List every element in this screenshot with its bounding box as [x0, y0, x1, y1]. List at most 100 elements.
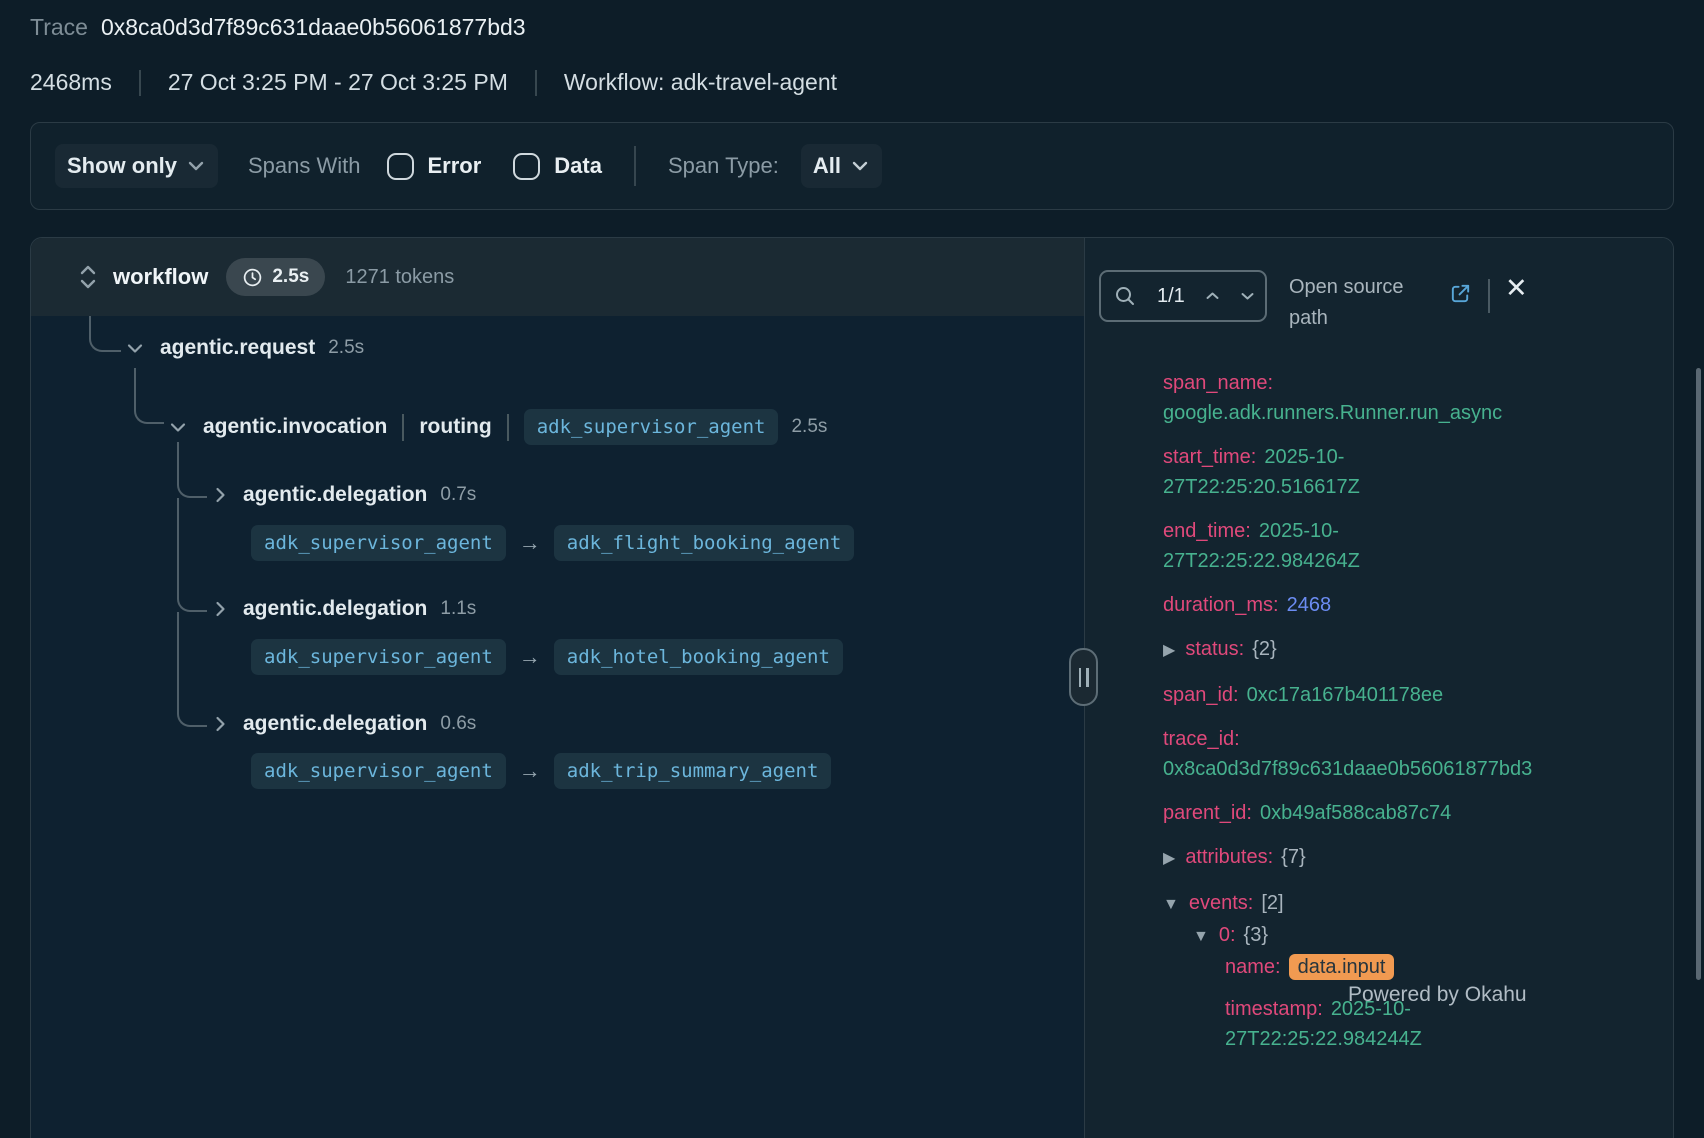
expanded-triangle-icon[interactable]: ▼ [1193, 922, 1209, 952]
divider [634, 146, 636, 186]
detail-value: 27T22:25:22.984264Z [1163, 546, 1665, 576]
agent-chip-from[interactable]: adk_supervisor_agent [251, 639, 506, 675]
span-type-select[interactable]: All [801, 144, 882, 188]
workflow-duration-pill: 2.5s [226, 258, 325, 296]
detail-key: timestamp: [1225, 998, 1323, 1020]
chevron-right-icon[interactable] [214, 486, 227, 504]
delegation-agents-row: adk_supervisor_agent → adk_trip_summary_… [251, 753, 831, 789]
detail-key: parent_id: [1163, 802, 1252, 824]
detail-value: 27T22:25:22.984244Z [1225, 1024, 1665, 1054]
scrollbar-thumb[interactable] [1696, 368, 1701, 980]
divider [402, 414, 404, 441]
detail-value: {3} [1244, 924, 1268, 946]
panel-resize-handle[interactable] [1069, 648, 1098, 706]
detail-key: span_name: [1163, 372, 1273, 394]
detail-value: 2468 [1287, 594, 1332, 616]
chevron-down-icon [186, 159, 206, 173]
search-icon [1114, 285, 1136, 307]
agent-chip-to[interactable]: adk_hotel_booking_agent [554, 639, 843, 675]
span-name: agentic.invocation [203, 415, 387, 439]
span-row-agentic-delegation[interactable]: agentic.delegation 1.1s [214, 597, 476, 621]
agent-chip-to[interactable]: adk_trip_summary_agent [554, 753, 832, 789]
detail-key: start_time: [1163, 446, 1256, 468]
tree-connector [177, 442, 207, 498]
span-duration: 1.1s [440, 598, 476, 620]
trace-title-row: Trace 0x8ca0d3d7f89c631daae0b56061877bd3 [30, 14, 1674, 41]
span-row-agentic-invocation[interactable]: agentic.invocation routing adk_superviso… [169, 409, 827, 445]
detail-key: attributes: [1185, 846, 1273, 868]
agent-chip-from[interactable]: adk_supervisor_agent [251, 525, 506, 561]
span-type-label: Span Type: [668, 153, 779, 179]
detail-key: status: [1185, 638, 1244, 660]
page-header: Trace 0x8ca0d3d7f89c631daae0b56061877bd3… [0, 0, 1704, 96]
clock-icon [242, 267, 263, 288]
search-match-count: 1/1 [1157, 285, 1185, 308]
filter-bar: Show only Spans With Error Data Span Typ… [30, 122, 1674, 210]
span-kind-tag: routing [419, 415, 491, 439]
close-icon[interactable]: ✕ [1505, 275, 1528, 302]
span-tree: agentic.request 2.5s agentic.invocation … [31, 316, 1084, 1138]
detail-key: name: [1225, 956, 1281, 978]
trace-label: Trace [30, 14, 88, 41]
show-only-label: Show only [67, 153, 177, 179]
span-duration: 2.5s [791, 416, 827, 438]
detail-key: 0: [1219, 924, 1236, 946]
unfold-icon[interactable] [77, 262, 99, 292]
detail-search-box[interactable]: 1/1 [1099, 270, 1267, 322]
detail-value: 2025-10- [1264, 446, 1344, 468]
chevron-up-icon[interactable] [1205, 291, 1220, 301]
arrow-right-icon: → [519, 758, 541, 784]
detail-key: events: [1189, 892, 1253, 914]
external-link-icon[interactable] [1449, 282, 1472, 305]
detail-row-trace-id: trace_id: 0x8ca0d3d7f89c631daae0b5606187… [1163, 724, 1665, 784]
agent-chip-from[interactable]: adk_supervisor_agent [251, 753, 506, 789]
trace-duration: 2468ms [30, 69, 112, 96]
span-row-agentic-delegation[interactable]: agentic.delegation 0.6s [214, 712, 476, 736]
open-source-path-link[interactable]: Open source path [1289, 272, 1445, 334]
data-checkbox[interactable] [513, 153, 540, 180]
trace-workflow-name: Workflow: adk-travel-agent [564, 69, 837, 96]
divider [1488, 279, 1490, 313]
events-subtree: ▼ events: [2] ▼ 0: {3} name:data.input times… [1163, 888, 1665, 1054]
data-checkbox-label[interactable]: Data [554, 153, 602, 179]
delegation-agents-row: adk_supervisor_agent → adk_hotel_booking… [251, 639, 843, 675]
workflow-title: workflow [113, 264, 208, 290]
chevron-down-icon[interactable] [169, 421, 187, 434]
detail-value: [2] [1261, 892, 1283, 914]
arrow-right-icon: → [519, 530, 541, 556]
detail-row-span-id: span_id:0xc17a167b401178ee [1163, 680, 1665, 710]
span-type-value: All [813, 153, 841, 179]
divider [535, 70, 537, 96]
workflow-tokens: 1271 tokens [345, 266, 454, 289]
collapsed-triangle-icon[interactable]: ▶ [1163, 636, 1175, 666]
trace-time-range: 27 Oct 3:25 PM - 27 Oct 3:25 PM [168, 69, 508, 96]
span-name: agentic.delegation [243, 483, 427, 507]
expanded-triangle-icon[interactable]: ▼ [1163, 890, 1179, 920]
chevron-right-icon[interactable] [214, 715, 227, 733]
span-row-agentic-delegation[interactable]: agentic.delegation 0.7s [214, 483, 476, 507]
trace-meta-row: 2468ms 27 Oct 3:25 PM - 27 Oct 3:25 PM W… [30, 69, 1674, 96]
divider [507, 414, 509, 441]
chevron-down-icon[interactable] [1240, 291, 1255, 301]
tree-connector [134, 368, 164, 424]
detail-row-event-0: ▼ 0: {3} [1163, 920, 1665, 952]
chevron-down-icon[interactable] [126, 342, 144, 355]
span-duration: 0.7s [440, 484, 476, 506]
detail-row-start-time: start_time:2025-10- 27T22:25:20.516617Z [1163, 442, 1665, 502]
show-only-dropdown[interactable]: Show only [55, 144, 218, 188]
detail-value: 2025-10- [1259, 520, 1339, 542]
span-row-agentic-request[interactable]: agentic.request 2.5s [126, 336, 364, 360]
collapsed-triangle-icon[interactable]: ▶ [1163, 844, 1175, 874]
detail-value: 0xc17a167b401178ee [1247, 684, 1443, 706]
error-checkbox-label[interactable]: Error [428, 153, 482, 179]
detail-value: google.adk.runners.Runner.run_async [1163, 398, 1665, 428]
span-tree-pane: workflow 2.5s 1271 tokens agentic.reques… [31, 238, 1084, 1138]
detail-row-event-name: name:data.input [1163, 952, 1665, 982]
chevron-right-icon[interactable] [214, 600, 227, 618]
agent-chip-to[interactable]: adk_flight_booking_agent [554, 525, 855, 561]
tree-connector [177, 498, 207, 612]
agent-chip[interactable]: adk_supervisor_agent [524, 409, 779, 445]
error-checkbox[interactable] [387, 153, 414, 180]
divider [139, 70, 141, 96]
detail-row-end-time: end_time:2025-10- 27T22:25:22.984264Z [1163, 516, 1665, 576]
